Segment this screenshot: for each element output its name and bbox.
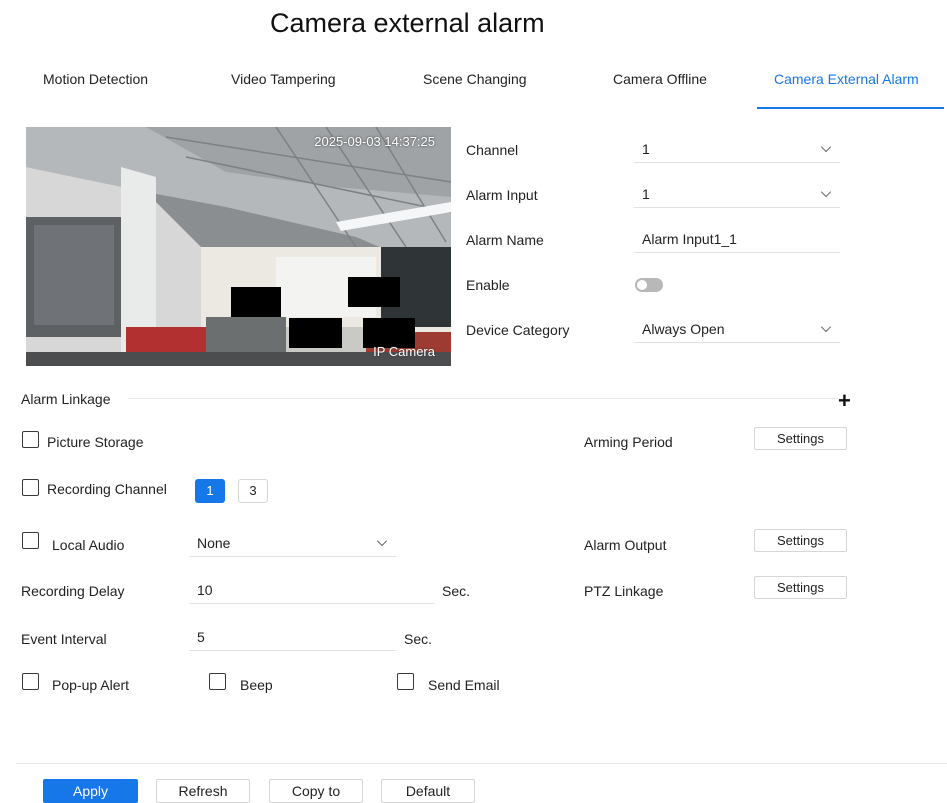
arming-period-settings-button[interactable]: Settings bbox=[754, 427, 847, 450]
arming-period-label: Arming Period bbox=[584, 434, 673, 450]
tab-camera-offline[interactable]: Camera Offline bbox=[613, 71, 707, 87]
recording-delay-unit: Sec. bbox=[442, 583, 471, 599]
tab-motion-detection[interactable]: Motion Detection bbox=[43, 71, 148, 87]
ptz-linkage-label: PTZ Linkage bbox=[584, 583, 664, 599]
device-category-value: Always Open bbox=[642, 321, 725, 337]
alarm-input-label: Alarm Input bbox=[466, 187, 538, 203]
recording-channel-checkbox[interactable] bbox=[22, 479, 39, 496]
preview-timestamp: 2025-09-03 14:37:25 bbox=[314, 134, 435, 149]
privacy-mask bbox=[231, 287, 281, 317]
alarm-name-value: Alarm Input1_1 bbox=[642, 231, 737, 247]
preview-camera-label: IP Camera bbox=[373, 344, 435, 359]
beep-label: Beep bbox=[240, 677, 273, 693]
section-divider bbox=[128, 398, 838, 399]
default-button[interactable]: Default bbox=[381, 779, 475, 803]
enable-toggle[interactable] bbox=[635, 278, 663, 292]
event-interval-value: 5 bbox=[197, 629, 205, 645]
plus-icon[interactable]: + bbox=[838, 388, 851, 414]
chevron-down-icon bbox=[820, 186, 832, 198]
event-interval-label: Event Interval bbox=[21, 631, 107, 647]
recording-channel-label: Recording Channel bbox=[47, 481, 167, 497]
recording-channel-chip-1[interactable]: 1 bbox=[195, 479, 225, 503]
local-audio-label: Local Audio bbox=[52, 537, 125, 553]
toggle-knob bbox=[637, 280, 647, 290]
popup-alert-label: Pop-up Alert bbox=[52, 677, 130, 693]
channel-label: Channel bbox=[466, 142, 519, 158]
recording-delay-label: Recording Delay bbox=[21, 583, 125, 599]
copy-to-button[interactable]: Copy to bbox=[269, 779, 363, 803]
local-audio-value: None bbox=[197, 535, 231, 551]
tab-scene-changing[interactable]: Scene Changing bbox=[423, 71, 527, 87]
alarm-output-settings-button[interactable]: Settings bbox=[754, 529, 847, 552]
device-category-label: Device Category bbox=[466, 322, 570, 338]
recording-channel-chip-3[interactable]: 3 bbox=[238, 479, 268, 503]
picture-storage-checkbox[interactable] bbox=[22, 431, 39, 448]
local-audio-select[interactable]: None bbox=[189, 533, 396, 557]
local-audio-checkbox[interactable] bbox=[22, 532, 39, 549]
event-interval-unit: Sec. bbox=[404, 631, 433, 647]
channel-value: 1 bbox=[642, 141, 650, 157]
chevron-down-icon bbox=[820, 321, 832, 333]
chevron-down-icon bbox=[820, 141, 832, 153]
device-category-select[interactable]: Always Open bbox=[634, 319, 840, 343]
active-tab-indicator bbox=[757, 107, 944, 109]
privacy-mask bbox=[289, 318, 342, 348]
refresh-button[interactable]: Refresh bbox=[156, 779, 250, 803]
apply-button[interactable]: Apply bbox=[43, 779, 138, 803]
alarm-linkage-title: Alarm Linkage bbox=[21, 391, 111, 407]
footer-divider bbox=[16, 763, 947, 764]
send-email-checkbox[interactable] bbox=[397, 673, 414, 690]
picture-storage-label: Picture Storage bbox=[47, 434, 144, 450]
alarm-input-select[interactable]: 1 bbox=[634, 184, 840, 208]
chevron-down-icon bbox=[376, 535, 388, 547]
beep-checkbox[interactable] bbox=[209, 673, 226, 690]
tab-camera-external-alarm[interactable]: Camera External Alarm bbox=[774, 71, 919, 87]
privacy-mask bbox=[348, 277, 400, 307]
send-email-label: Send Email bbox=[428, 677, 500, 693]
alarm-name-input[interactable]: Alarm Input1_1 bbox=[634, 229, 840, 253]
recording-delay-input[interactable]: 10 bbox=[189, 580, 434, 604]
alarm-name-label: Alarm Name bbox=[466, 232, 544, 248]
page-title: Camera external alarm bbox=[270, 8, 545, 38]
recording-delay-value: 10 bbox=[197, 582, 213, 598]
ptz-linkage-settings-button[interactable]: Settings bbox=[754, 576, 847, 599]
alarm-input-value: 1 bbox=[642, 186, 650, 202]
popup-alert-checkbox[interactable] bbox=[22, 673, 39, 690]
event-interval-input[interactable]: 5 bbox=[189, 627, 396, 651]
channel-select[interactable]: 1 bbox=[634, 139, 840, 163]
alarm-output-label: Alarm Output bbox=[584, 537, 667, 553]
camera-preview: 2025-09-03 14:37:25 IP Camera bbox=[26, 127, 451, 366]
enable-label: Enable bbox=[466, 277, 510, 293]
tab-video-tampering[interactable]: Video Tampering bbox=[231, 71, 336, 87]
